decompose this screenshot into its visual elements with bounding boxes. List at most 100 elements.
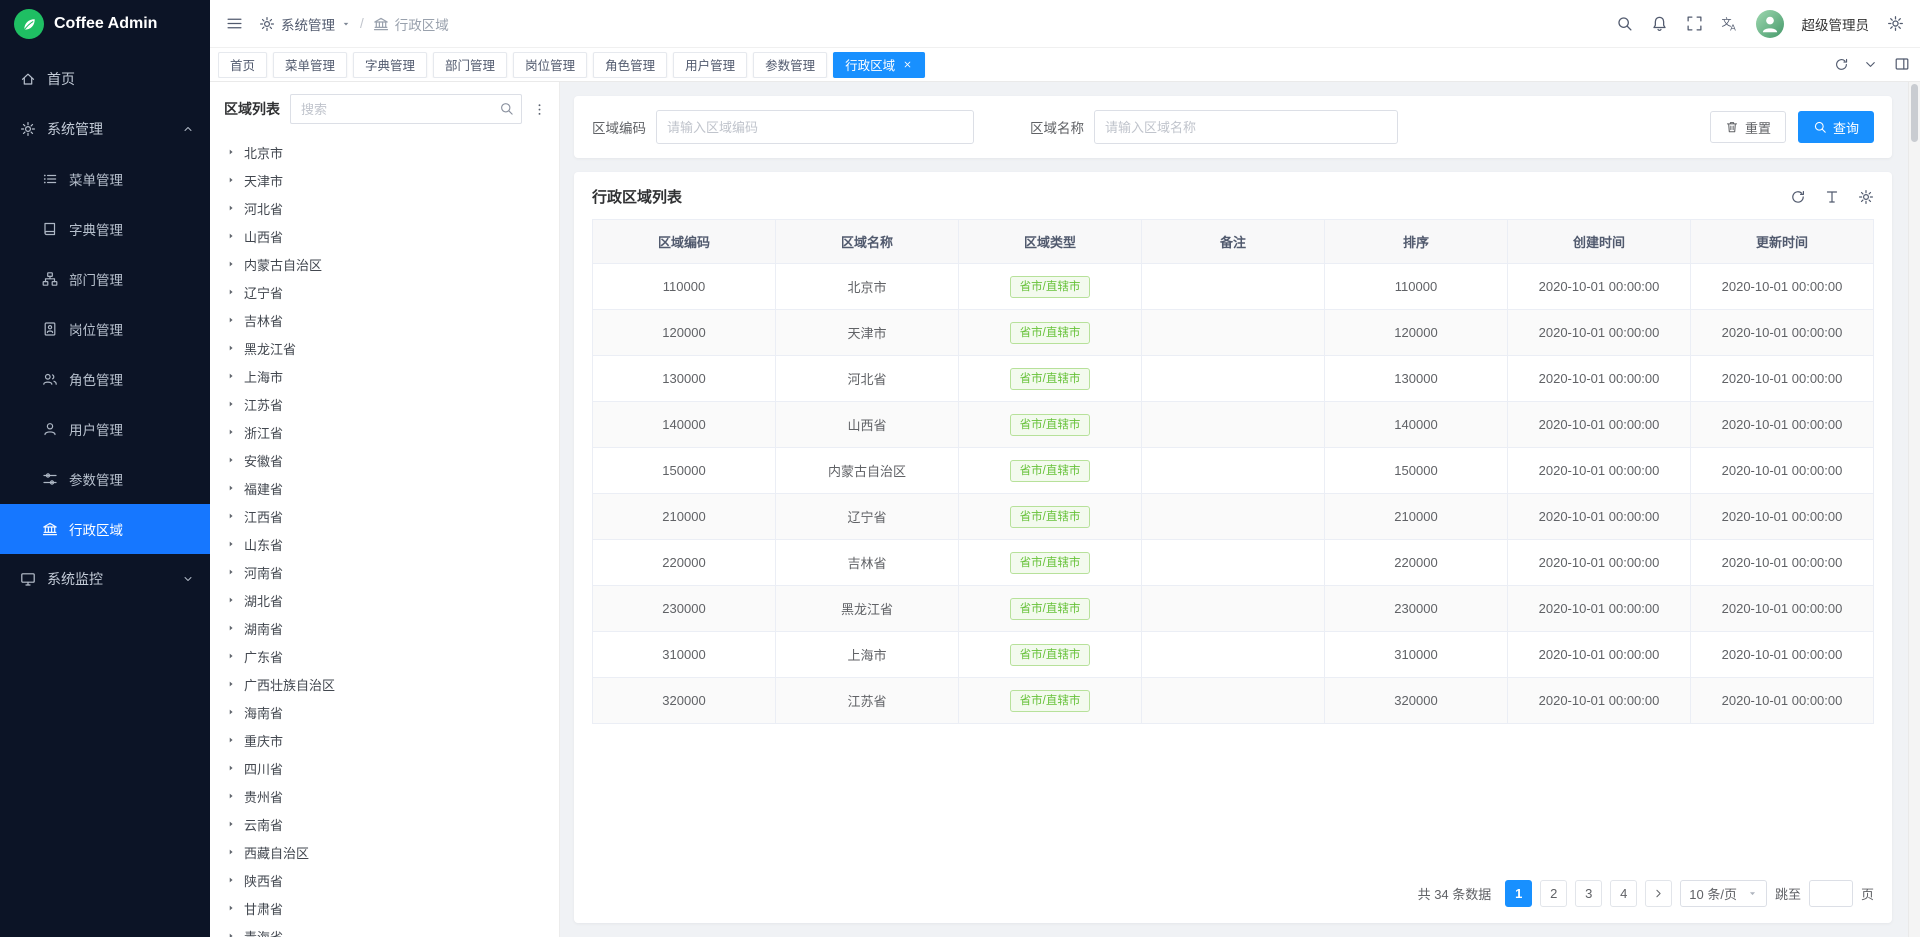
tabs: 首页菜单管理字典管理部门管理岗位管理角色管理用户管理参数管理行政区域 [218,52,1824,78]
cell-created-time: 2020-10-01 00:00:00 [1508,356,1691,402]
tree-item-北京市[interactable]: 北京市 [210,138,559,166]
cell-region-type: 省市/直辖市 [959,632,1142,678]
tree-item-浙江省[interactable]: 浙江省 [210,418,559,446]
tree-item-上海市[interactable]: 上海市 [210,362,559,390]
search-button[interactable]: 查询 [1798,111,1874,143]
cell-sort: 230000 [1325,586,1508,632]
tree-item-广西壮族自治区[interactable]: 广西壮族自治区 [210,670,559,698]
tree-item-福建省[interactable]: 福建省 [210,474,559,502]
table-row[interactable]: 140000山西省省市/直辖市1400002020-10-01 00:00:00… [593,402,1874,448]
fullscreen-button[interactable] [1686,15,1703,32]
close-icon[interactable] [902,59,913,70]
sidebar-item-系统监控[interactable]: 系统监控 [0,554,210,604]
tree-item-山东省[interactable]: 山东省 [210,530,559,558]
jump-prefix: 跳至 [1775,884,1801,903]
tree-item-西藏自治区[interactable]: 西藏自治区 [210,838,559,866]
tab-字典管理[interactable]: 字典管理 [353,52,427,78]
tab-菜单管理[interactable]: 菜单管理 [273,52,347,78]
table-row[interactable]: 320000江苏省省市/直辖市3200002020-10-01 00:00:00… [593,678,1874,724]
refresh-tab-button[interactable] [1834,57,1849,72]
tree-item-甘肃省[interactable]: 甘肃省 [210,894,559,922]
sidebar-item-系统管理[interactable]: 系统管理 [0,104,210,154]
tree-item-湖北省[interactable]: 湖北省 [210,586,559,614]
expand-arrow-icon [226,287,236,297]
tab-岗位管理[interactable]: 岗位管理 [513,52,587,78]
tab-options-button[interactable] [1863,57,1878,72]
sidebar-item-参数管理[interactable]: 参数管理 [0,454,210,504]
tab-部门管理[interactable]: 部门管理 [433,52,507,78]
tree-item-吉林省[interactable]: 吉林省 [210,306,559,334]
tree-item-青海省[interactable]: 青海省 [210,922,559,937]
page-scrollbar[interactable] [1908,82,1920,937]
table-refresh-button[interactable] [1790,189,1806,205]
page-button-3[interactable]: 3 [1575,880,1602,907]
table-density-button[interactable] [1824,189,1840,205]
table-row[interactable]: 310000上海市省市/直辖市3100002020-10-01 00:00:00… [593,632,1874,678]
sidebar-item-岗位管理[interactable]: 岗位管理 [0,304,210,354]
page-button-2[interactable]: 2 [1540,880,1567,907]
cell-region-type: 省市/直辖市 [959,310,1142,356]
sidebar-item-部门管理[interactable]: 部门管理 [0,254,210,304]
sidebar-item-label: 行政区域 [69,519,123,539]
tree-item-四川省[interactable]: 四川省 [210,754,559,782]
tree-item-湖南省[interactable]: 湖南省 [210,614,559,642]
avatar[interactable] [1756,10,1784,38]
current-user-name[interactable]: 超级管理员 [1802,14,1870,34]
tab-首页[interactable]: 首页 [218,52,267,78]
notifications-button[interactable] [1651,15,1668,32]
sidebar-item-角色管理[interactable]: 角色管理 [0,354,210,404]
tree-item-陕西省[interactable]: 陕西省 [210,866,559,894]
next-page-button[interactable] [1645,880,1672,907]
page-button-4[interactable]: 4 [1610,880,1637,907]
expand-arrow-icon [226,903,236,913]
tab-行政区域[interactable]: 行政区域 [833,52,925,78]
region-code-input[interactable] [656,110,974,144]
tree-item-山西省[interactable]: 山西省 [210,222,559,250]
sidebar-item-行政区域[interactable]: 行政区域 [0,504,210,554]
tree-item-重庆市[interactable]: 重庆市 [210,726,559,754]
tree-item-贵州省[interactable]: 贵州省 [210,782,559,810]
table-row[interactable]: 220000吉林省省市/直辖市2200002020-10-01 00:00:00… [593,540,1874,586]
sidebar-item-菜单管理[interactable]: 菜单管理 [0,154,210,204]
tree-item-黑龙江省[interactable]: 黑龙江省 [210,334,559,362]
tree-item-云南省[interactable]: 云南省 [210,810,559,838]
table-row[interactable]: 110000北京市省市/直辖市1100002020-10-01 00:00:00… [593,264,1874,310]
sidebar-item-首页[interactable]: 首页 [0,54,210,104]
breadcrumb-system-manage[interactable]: 系统管理 [259,14,351,34]
tree-item-安徽省[interactable]: 安徽省 [210,446,559,474]
tree-item-海南省[interactable]: 海南省 [210,698,559,726]
tree-item-广东省[interactable]: 广东省 [210,642,559,670]
region-name-input[interactable] [1094,110,1398,144]
sidebar-item-用户管理[interactable]: 用户管理 [0,404,210,454]
tree-item-内蒙古自治区[interactable]: 内蒙古自治区 [210,250,559,278]
tree-item-江西省[interactable]: 江西省 [210,502,559,530]
search-icon[interactable] [499,101,514,116]
table-settings-button[interactable] [1858,189,1874,205]
tree-item-河北省[interactable]: 河北省 [210,194,559,222]
language-button[interactable]: 文A [1721,15,1738,32]
table-row[interactable]: 120000天津市省市/直辖市1200002020-10-01 00:00:00… [593,310,1874,356]
settings-button[interactable] [1887,15,1904,32]
collapse-sidebar-button[interactable] [226,15,243,32]
tree-item-天津市[interactable]: 天津市 [210,166,559,194]
tree-search-input[interactable] [290,94,522,124]
table-row[interactable]: 130000河北省省市/直辖市1300002020-10-01 00:00:00… [593,356,1874,402]
table-row[interactable]: 230000黑龙江省省市/直辖市2300002020-10-01 00:00:0… [593,586,1874,632]
table-row[interactable]: 150000内蒙古自治区省市/直辖市1500002020-10-01 00:00… [593,448,1874,494]
tab-角色管理[interactable]: 角色管理 [593,52,667,78]
tree-item-江苏省[interactable]: 江苏省 [210,390,559,418]
global-search-button[interactable] [1616,15,1633,32]
tree-item-辽宁省[interactable]: 辽宁省 [210,278,559,306]
tab-用户管理[interactable]: 用户管理 [673,52,747,78]
tab-参数管理[interactable]: 参数管理 [753,52,827,78]
scrollbar-thumb[interactable] [1911,84,1918,142]
page-button-1[interactable]: 1 [1505,880,1532,907]
page-size-select[interactable]: 10 条/页 [1680,880,1767,907]
sidebar-item-字典管理[interactable]: 字典管理 [0,204,210,254]
jump-page-input[interactable] [1809,880,1853,907]
tree-item-河南省[interactable]: 河南省 [210,558,559,586]
tree-more-button[interactable] [532,102,547,117]
content-maximize-button[interactable] [1894,56,1910,72]
table-row[interactable]: 210000辽宁省省市/直辖市2100002020-10-01 00:00:00… [593,494,1874,540]
reset-button[interactable]: 重置 [1710,111,1786,143]
